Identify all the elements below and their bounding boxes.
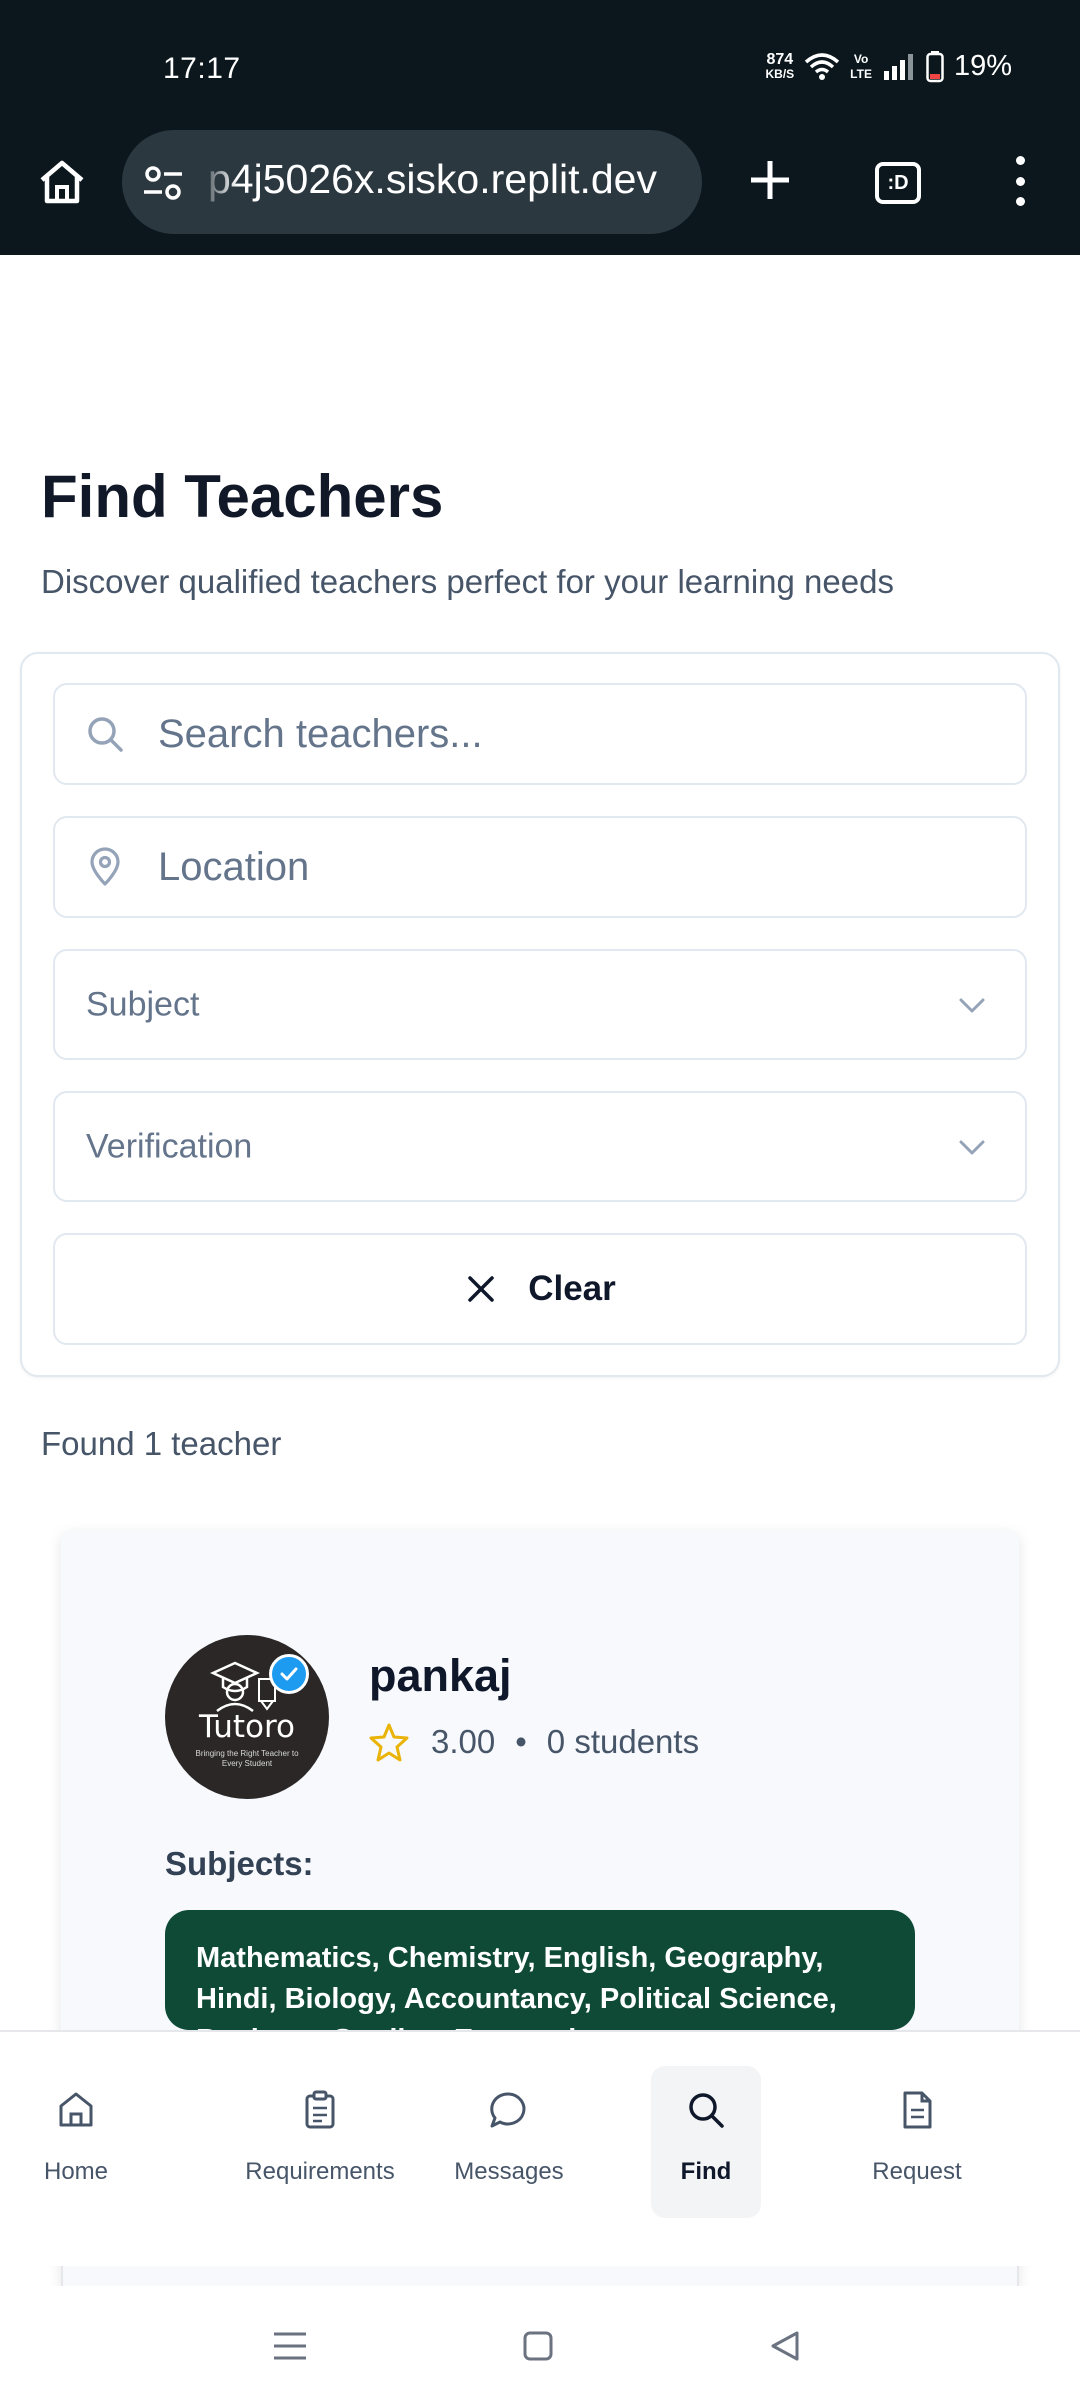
address-bar[interactable]: p4j5026x.sisko.replit.dev [122, 130, 702, 234]
subjects-label: Subjects: [165, 1845, 314, 1882]
checkmark-icon [280, 1667, 298, 1681]
teacher-rating: 3.00 [431, 1723, 496, 1760]
nav-find[interactable]: Find [651, 2066, 761, 2218]
avatar: Tutoro Bringing the Right Teacher to Eve… [165, 1635, 329, 1799]
avatar-tagline: Bringing the Right Teacher to Every Stud… [195, 1749, 299, 1768]
back-triangle-icon [771, 2331, 799, 2361]
page-title: Find Teachers [41, 463, 444, 530]
network-speed-unit: KB/S [765, 66, 795, 81]
browser-chrome: 17:17 874 KB/S Vo LTE 19% p4j5026x.sisko… [0, 0, 1080, 255]
plus-icon [751, 161, 789, 199]
teacher-students: 0 students [546, 1723, 700, 1760]
bottom-nav: Home Requirements Messages Find Request [0, 2030, 1080, 2266]
separator-dot: • [515, 1723, 527, 1760]
card-bottom-peek [61, 2266, 1019, 2286]
home-icon [59, 2092, 93, 2127]
avatar-brand: Tutoro [198, 1709, 296, 1745]
home-icon [40, 160, 84, 204]
search-field[interactable] [53, 683, 1027, 785]
battery-percent: 19% [953, 50, 1012, 82]
nav-requirements-label: Requirements [245, 2158, 395, 2185]
verified-badge-icon [269, 1654, 309, 1694]
location-field[interactable] [53, 816, 1027, 918]
site-settings-icon[interactable] [140, 160, 186, 206]
verification-select[interactable]: Verification [53, 1091, 1027, 1202]
nav-messages[interactable]: Messages [448, 2066, 570, 2218]
menu-icon [274, 2332, 306, 2360]
close-icon [468, 1276, 494, 1302]
battery-icon [926, 50, 944, 82]
teacher-rating-row: 3.00 • 0 students [369, 1722, 699, 1762]
nav-requirements[interactable]: Requirements [236, 2066, 404, 2218]
subject-select[interactable]: Subject [53, 949, 1027, 1060]
subjects-badge: Mathematics, Chemistry, English, Geograp… [165, 1910, 915, 2030]
search-input[interactable] [158, 685, 998, 783]
nav-messages-label: Messages [454, 2158, 564, 2185]
subject-select-label: Subject [86, 985, 200, 1023]
chevron-down-icon [959, 998, 985, 1012]
status-indicators: 874 KB/S Vo LTE 19% [766, 50, 1013, 83]
system-nav-bar [0, 2286, 1080, 2400]
browser-home-button[interactable] [32, 152, 92, 212]
status-time: 17:17 [163, 52, 241, 85]
location-input[interactable] [158, 818, 998, 916]
more-vert-icon[interactable] [1000, 156, 1040, 206]
verification-select-label: Verification [86, 1127, 253, 1165]
nav-home[interactable]: Home [32, 2066, 120, 2218]
nav-find-label: Find [680, 2158, 732, 2185]
volte-indicator: Vo LTE [850, 52, 872, 82]
square-icon [523, 2331, 553, 2361]
wifi-icon [805, 52, 840, 80]
volte-bottom: LTE [850, 66, 872, 81]
results-count: Found 1 teacher [41, 1425, 282, 1462]
volte-top: Vo [853, 51, 869, 66]
nav-request-label: Request [872, 2158, 962, 2185]
clipboard-icon [305, 2090, 335, 2129]
system-back-button[interactable] [755, 2316, 815, 2376]
document-icon [903, 2091, 932, 2129]
system-home-button[interactable] [508, 2316, 568, 2376]
chevron-down-icon [959, 1140, 985, 1154]
signal-icon [883, 53, 913, 80]
teacher-name[interactable]: pankaj [369, 1650, 512, 1702]
url-text: p4j5026x.sisko.replit.dev [208, 156, 657, 202]
star-icon [369, 1723, 409, 1762]
clear-button-label: Clear [528, 1269, 616, 1308]
recent-apps-button[interactable] [260, 2316, 320, 2376]
search-icon [689, 2093, 724, 2128]
page-subtitle: Discover qualified teachers perfect for … [41, 563, 894, 600]
clear-button[interactable]: Clear [53, 1233, 1027, 1345]
network-speed-value: 874 [766, 50, 794, 68]
network-speed: 874 KB/S [765, 50, 795, 82]
nav-request[interactable]: Request [862, 2066, 972, 2218]
map-pin-icon [90, 847, 120, 886]
chat-icon [490, 2092, 526, 2128]
new-tab-button[interactable] [740, 150, 800, 210]
search-icon [88, 717, 123, 752]
nav-home-label: Home [43, 2158, 109, 2185]
tab-switcher-icon[interactable]: :D [875, 162, 921, 204]
